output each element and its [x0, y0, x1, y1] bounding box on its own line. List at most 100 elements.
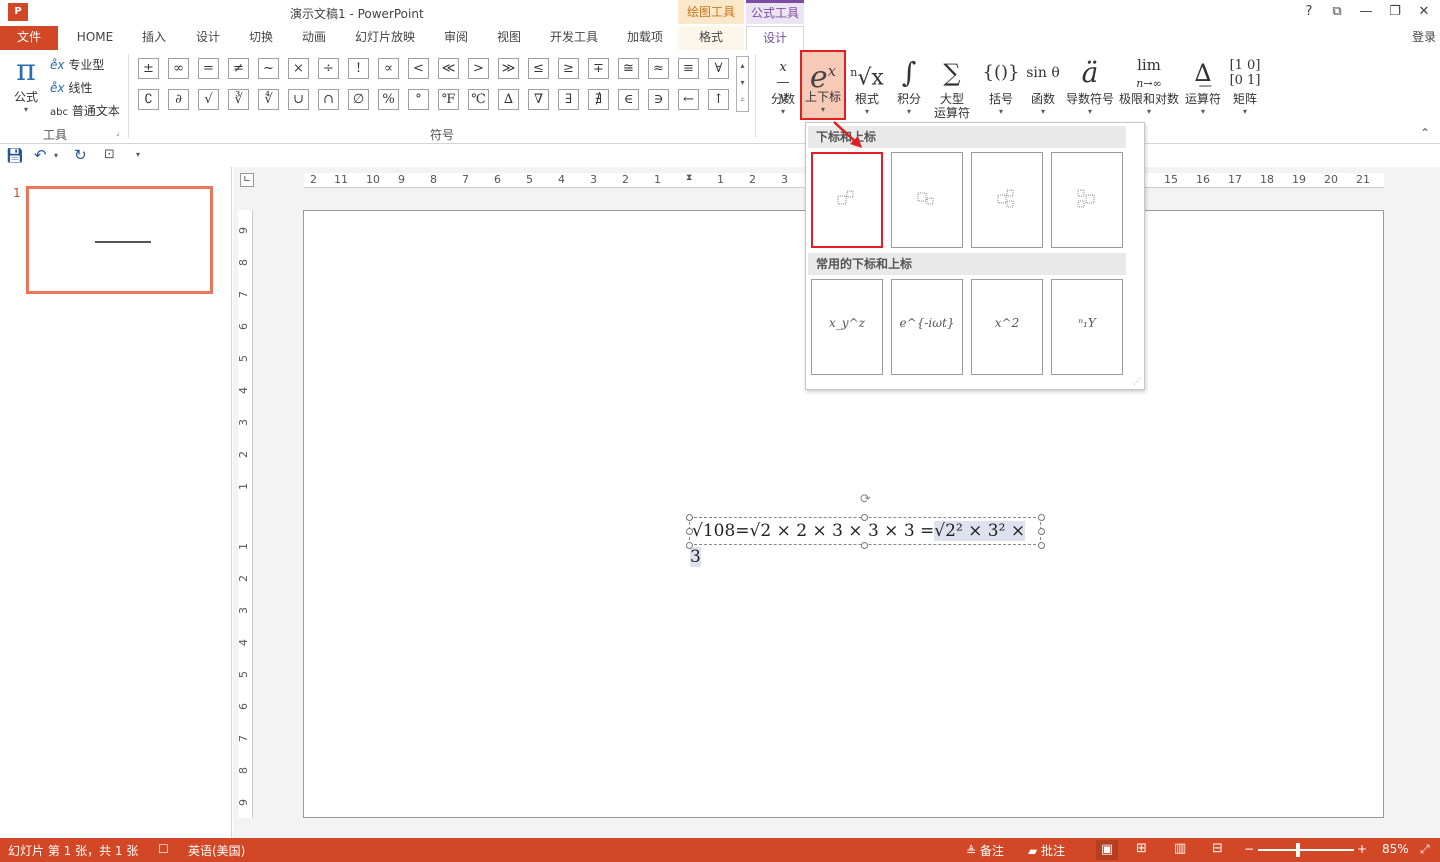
- left-sub-superscript-template[interactable]: [1051, 152, 1123, 248]
- symbol-button[interactable]: <: [408, 58, 429, 79]
- professional-button[interactable]: e̊x 专业型: [50, 56, 104, 74]
- symbol-button[interactable]: ∝: [378, 58, 399, 79]
- symbol-button[interactable]: ∩: [318, 89, 339, 110]
- collapse-ribbon-icon[interactable]: ⌃: [1420, 126, 1430, 140]
- integral-button[interactable]: ∫ 积分 ▾: [890, 54, 928, 124]
- bracket-button[interactable]: {()} 括号 ▾: [982, 54, 1020, 124]
- resize-handle[interactable]: [1038, 514, 1045, 521]
- start-slideshow-icon[interactable]: ⊡: [104, 147, 115, 162]
- symbol-button[interactable]: ≪: [438, 58, 459, 79]
- tab-transitions[interactable]: 切换: [240, 26, 282, 50]
- zoom-slider[interactable]: [1258, 849, 1354, 851]
- zoom-slider-thumb[interactable]: [1296, 843, 1300, 857]
- symbols-scroll[interactable]: ▴ ▾ ⩡: [736, 56, 749, 112]
- resize-handle[interactable]: [861, 514, 868, 521]
- symbol-button[interactable]: ÷: [318, 58, 339, 79]
- minimize-button[interactable]: —: [1352, 2, 1380, 22]
- symbol-button[interactable]: √: [198, 89, 219, 110]
- tab-review[interactable]: 审阅: [435, 26, 477, 50]
- symbol-button[interactable]: ≡: [678, 58, 699, 79]
- ribbon-display-button[interactable]: ⧉: [1323, 2, 1351, 22]
- symbol-button[interactable]: ∅: [348, 89, 369, 110]
- resize-handle[interactable]: [686, 542, 693, 549]
- symbol-button[interactable]: ∄: [588, 89, 609, 110]
- symbol-button[interactable]: ∈: [618, 89, 639, 110]
- symbol-button[interactable]: ↑: [708, 89, 729, 110]
- dialog-launcher-icon[interactable]: ⌟: [116, 128, 120, 137]
- symbol-button[interactable]: ∁: [138, 89, 159, 110]
- symbol-button[interactable]: ≈: [648, 58, 669, 79]
- tab-animations[interactable]: 动画: [293, 26, 335, 50]
- accent-button[interactable]: ä 导数符号 ▾: [1064, 54, 1116, 124]
- equation-box[interactable]: √108=√2 × 2 × 3 × 3 × 3 =√2² × 3² × 3: [689, 517, 1041, 567]
- symbol-button[interactable]: ≠: [228, 58, 249, 79]
- normal-view-icon[interactable]: ▣: [1096, 840, 1118, 860]
- undo-dropdown-icon[interactable]: ▾: [54, 151, 58, 160]
- symbol-button[interactable]: ∃: [558, 89, 579, 110]
- normal-text-button[interactable]: abc 普通文本: [50, 102, 120, 120]
- symbol-button[interactable]: ∜: [258, 89, 279, 110]
- redo-icon[interactable]: ↻: [74, 146, 87, 164]
- equation-button[interactable]: π 公式 ▾: [8, 54, 44, 120]
- symbol-button[interactable]: %: [378, 89, 399, 110]
- script-button[interactable]: ex 上下标 ▾: [800, 50, 846, 120]
- tab-design[interactable]: 设计: [187, 26, 229, 50]
- symbol-button[interactable]: ≤: [528, 58, 549, 79]
- login-link[interactable]: 登录: [1408, 26, 1440, 50]
- symbol-button[interactable]: ℃: [468, 89, 489, 110]
- symbol-button[interactable]: ~: [258, 58, 279, 79]
- slide-sorter-icon[interactable]: ⊞: [1136, 841, 1147, 856]
- symbol-button[interactable]: ∓: [588, 58, 609, 79]
- slideshow-view-icon[interactable]: ⊟: [1212, 841, 1223, 856]
- powerpoint-icon[interactable]: P: [8, 3, 28, 21]
- symbol-button[interactable]: ∪: [288, 89, 309, 110]
- subscript-template[interactable]: [891, 152, 963, 248]
- symbol-button[interactable]: ≫: [498, 58, 519, 79]
- common-script-exp[interactable]: e^{-iωt}: [891, 279, 963, 375]
- symbol-button[interactable]: ∀: [708, 58, 729, 79]
- tab-file[interactable]: 文件: [0, 26, 58, 50]
- fit-to-window-icon[interactable]: ⤢: [1420, 842, 1430, 857]
- symbol-button[interactable]: ∛: [228, 89, 249, 110]
- symbol-button[interactable]: ∆: [498, 89, 519, 110]
- common-script-xyz[interactable]: x_y^z: [811, 279, 883, 375]
- large-operator-button[interactable]: ∑ 大型 运算符: [930, 54, 974, 124]
- save-icon[interactable]: 💾︎: [6, 148, 24, 164]
- limit-log-button[interactable]: lim n→∞ 极限和对数 ▾: [1118, 54, 1180, 124]
- resize-handle[interactable]: [1038, 528, 1045, 535]
- customize-qat-icon[interactable]: ▾: [136, 150, 140, 159]
- symbol-button[interactable]: ∋: [648, 89, 669, 110]
- help-button[interactable]: ?: [1295, 2, 1323, 22]
- symbol-button[interactable]: ×: [288, 58, 309, 79]
- operator-button[interactable]: ∆̲ 运算符 ▾: [1184, 54, 1222, 124]
- slide-thumbnail[interactable]: [26, 186, 213, 294]
- undo-icon[interactable]: ↶: [34, 146, 47, 164]
- notes-button[interactable]: ≜ 备注: [966, 842, 1004, 859]
- indent-marker-icon[interactable]: ⧗: [686, 173, 692, 183]
- reading-view-icon[interactable]: ▥: [1174, 841, 1186, 856]
- zoom-level[interactable]: 85%: [1382, 842, 1409, 856]
- tab-equation-design[interactable]: 设计: [746, 26, 804, 50]
- symbol-button[interactable]: ℉: [438, 89, 459, 110]
- symbol-button[interactable]: ∇: [528, 89, 549, 110]
- resize-handle[interactable]: [686, 528, 693, 535]
- common-script-x2[interactable]: x^2: [971, 279, 1043, 375]
- linear-button[interactable]: e̊x 线性: [50, 79, 92, 97]
- sub-superscript-template[interactable]: [971, 152, 1043, 248]
- symbol-button[interactable]: ≅: [618, 58, 639, 79]
- matrix-button[interactable]: [1 0] [0 1] 矩阵 ▾: [1228, 54, 1262, 124]
- symbol-button[interactable]: !: [348, 58, 369, 79]
- symbol-button[interactable]: °: [408, 89, 429, 110]
- rotate-handle-icon[interactable]: ⟳: [860, 492, 871, 507]
- maximize-button[interactable]: ❐: [1381, 2, 1409, 22]
- tab-home[interactable]: HOME: [70, 26, 120, 50]
- resize-handle[interactable]: [861, 542, 868, 549]
- language-status[interactable]: 英语(美国): [188, 842, 245, 859]
- tab-slideshow[interactable]: 幻灯片放映: [348, 26, 422, 50]
- zoom-in-icon[interactable]: +: [1357, 842, 1367, 856]
- function-button[interactable]: sin θ 函数 ▾: [1024, 54, 1062, 124]
- resize-grip-icon[interactable]: ⋰: [1133, 377, 1141, 386]
- tab-addins[interactable]: 加载项: [618, 26, 672, 50]
- symbol-button[interactable]: ∂: [168, 89, 189, 110]
- superscript-template[interactable]: [811, 152, 883, 248]
